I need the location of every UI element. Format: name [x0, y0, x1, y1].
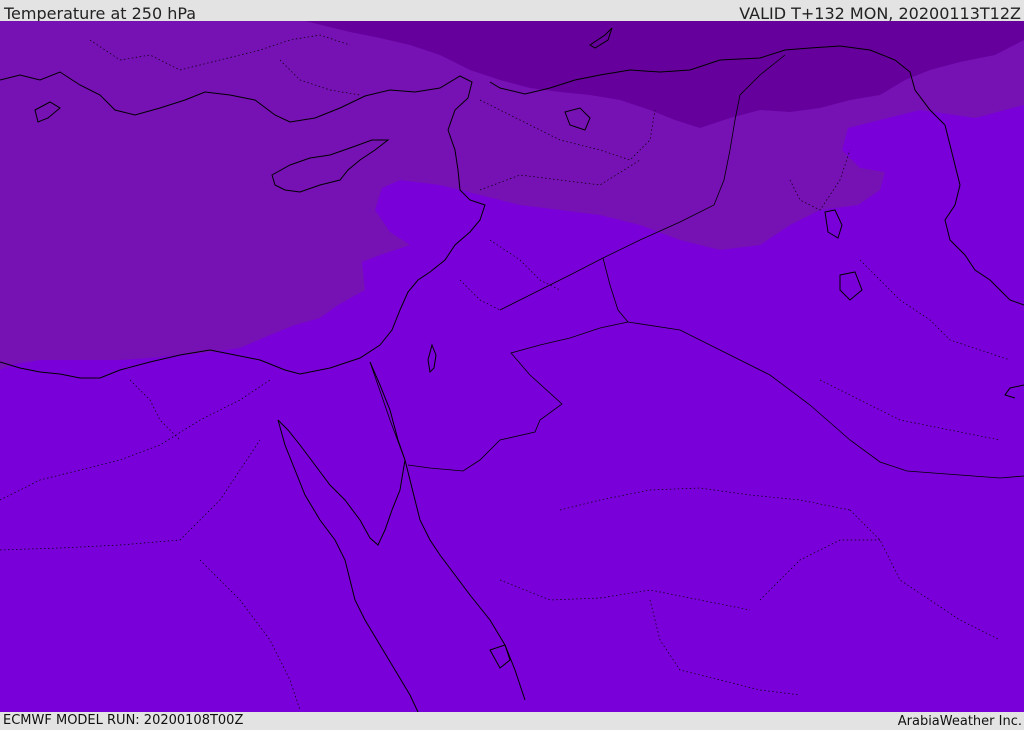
- model-run-label: ECMWF MODEL RUN: 20200108T00Z: [3, 713, 244, 728]
- footer-bar: ECMWF MODEL RUN: 20200108T00Z ArabiaWeat…: [0, 712, 1024, 729]
- credit-label: ArabiaWeather Inc.: [897, 714, 1022, 729]
- temperature-map: [0, 21, 1024, 712]
- header-bar: Temperature at 250 hPa VALID T+132 MON, …: [0, 0, 1024, 23]
